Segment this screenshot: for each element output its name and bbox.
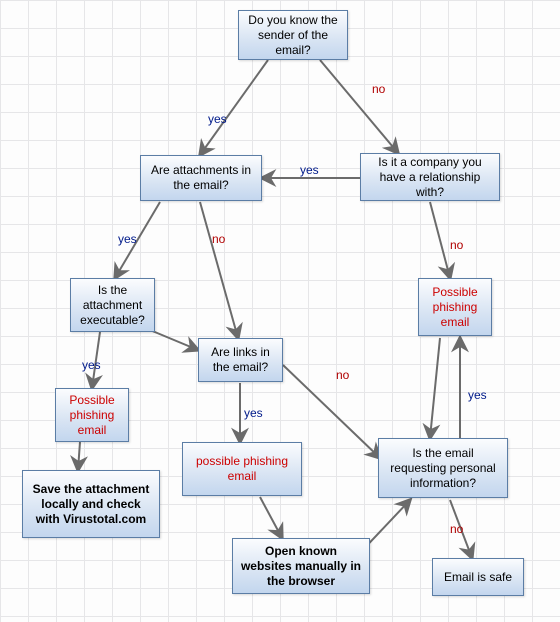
node-text: Are links in the email? xyxy=(205,345,276,375)
node-text: Open known websites manually in the brow… xyxy=(239,544,363,589)
node-text: possible phishing email xyxy=(189,454,295,484)
edge-label-yes: yes xyxy=(468,388,487,402)
edge-label-yes: yes xyxy=(118,232,137,246)
node-know-sender: Do you know the sender of the email? xyxy=(238,10,348,60)
node-phishing-left: Possible phishing email xyxy=(55,388,129,442)
edge-label-yes: yes xyxy=(208,112,227,126)
node-phishing-mid: possible phishing email xyxy=(182,442,302,496)
node-open-manually: Open known websites manually in the brow… xyxy=(232,538,370,594)
edge-label-no: no xyxy=(450,522,463,536)
node-personal-info: Is the email requesting personal informa… xyxy=(378,438,508,498)
node-text: Is the email requesting personal informa… xyxy=(385,446,501,491)
node-attachment-executable: Is the attachment executable? xyxy=(70,278,155,332)
edge-label-no: no xyxy=(336,368,349,382)
node-text: Email is safe xyxy=(444,570,512,585)
node-company-relationship: Is it a company you have a relationship … xyxy=(360,153,500,201)
edge-label-yes: yes xyxy=(300,163,319,177)
node-text: Is it a company you have a relationship … xyxy=(367,155,493,200)
node-text: Is the attachment executable? xyxy=(77,283,148,328)
node-attachments: Are attachments in the email? xyxy=(140,155,262,201)
edge-label-yes: yes xyxy=(244,406,263,420)
node-links-in-email: Are links in the email? xyxy=(198,338,283,382)
node-text: Save the attachment locally and check wi… xyxy=(29,482,153,527)
node-phishing-right: Possible phishing email xyxy=(418,278,492,336)
node-email-safe: Email is safe xyxy=(432,558,524,596)
node-text: Possible phishing email xyxy=(425,285,485,330)
edge-label-no: no xyxy=(450,238,463,252)
node-text: Possible phishing email xyxy=(62,393,122,438)
edge-label-yes: yes xyxy=(82,358,101,372)
node-text: Are attachments in the email? xyxy=(147,163,255,193)
edge-label-no: no xyxy=(372,82,385,96)
node-text: Do you know the sender of the email? xyxy=(245,13,341,58)
node-save-virustotal: Save the attachment locally and check wi… xyxy=(22,470,160,538)
edge-label-no: no xyxy=(212,232,225,246)
